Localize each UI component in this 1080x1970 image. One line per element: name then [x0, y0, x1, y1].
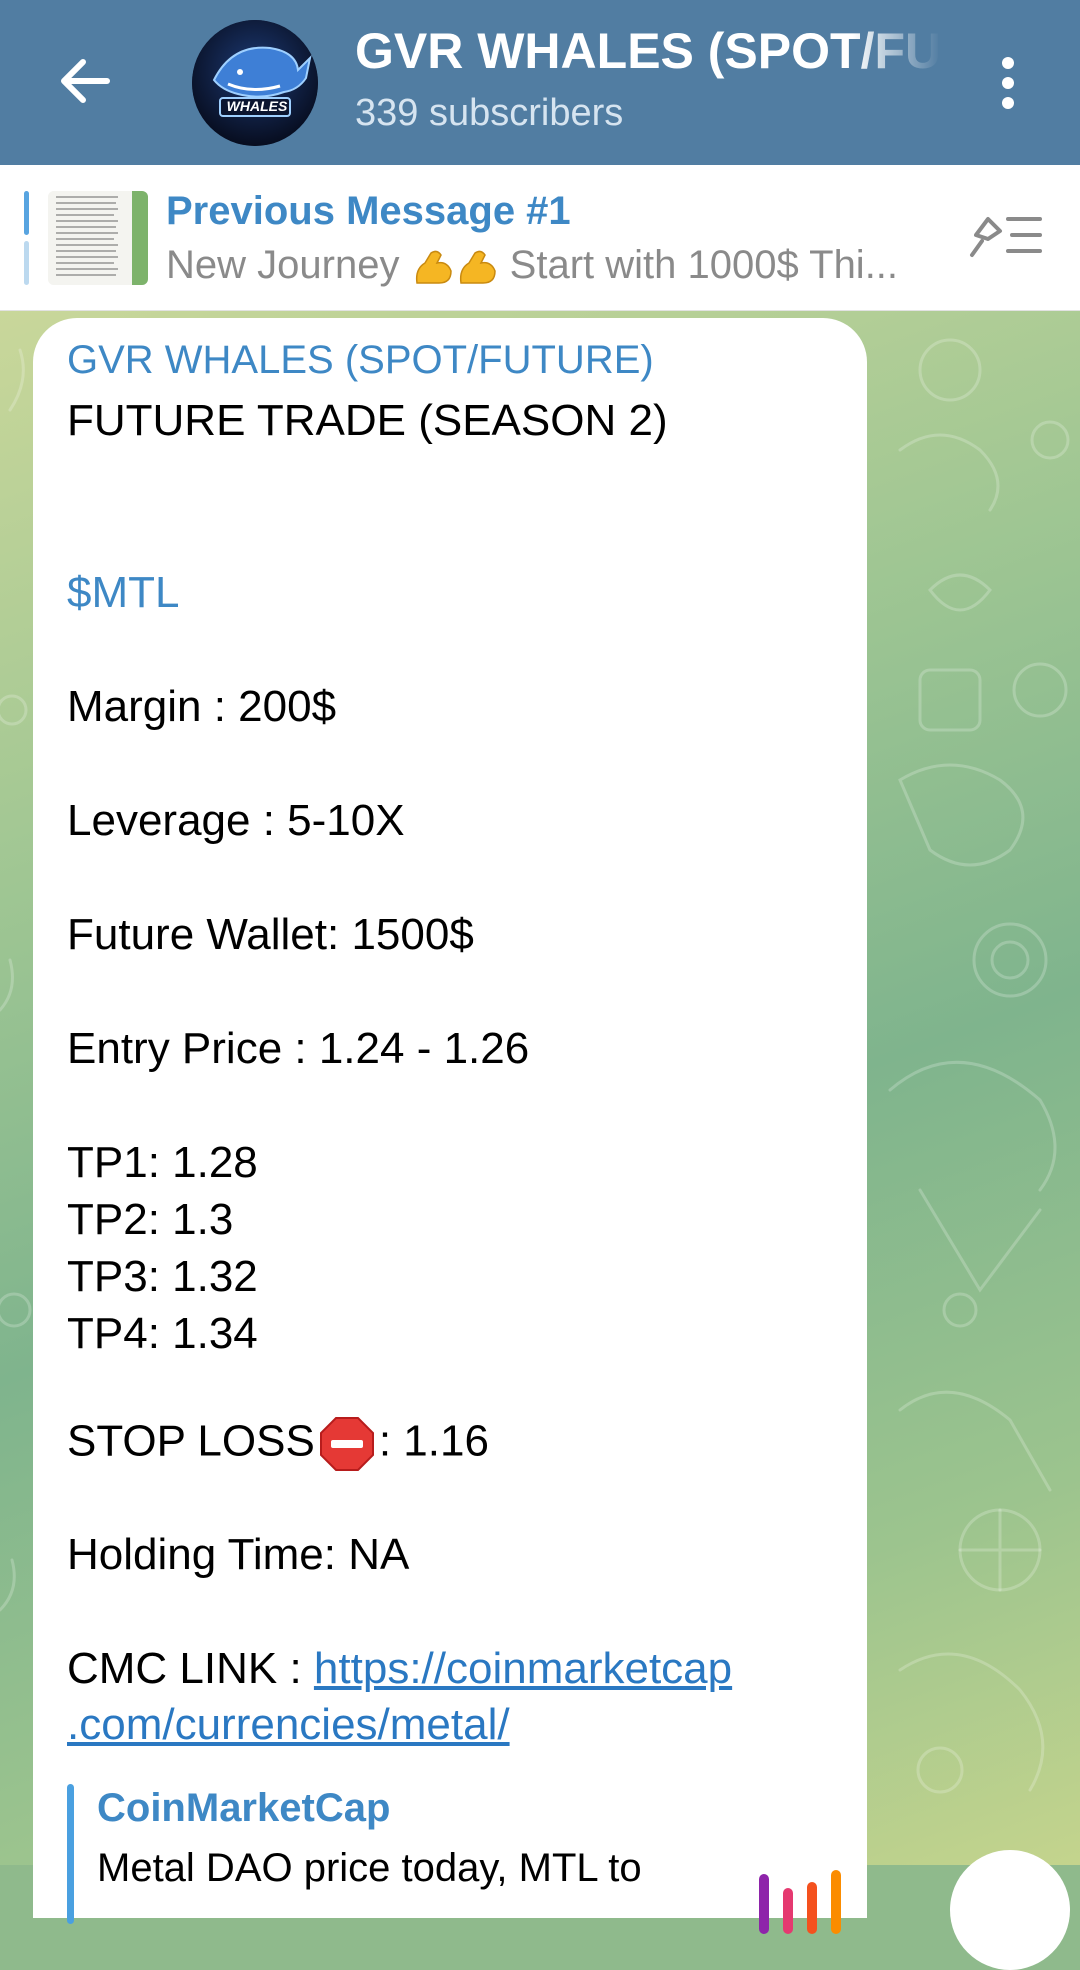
flexed-biceps-emoji [415, 251, 452, 285]
tp4-line: TP4: 1.34 [67, 1309, 258, 1358]
stop-loss-label: STOP LOSS [67, 1416, 315, 1466]
link-preview[interactable]: CoinMarketCap Metal DAO price today, MTL… [67, 1784, 841, 1934]
link-preview-bar [67, 1784, 74, 1924]
scroll-down-button[interactable] [950, 1850, 1070, 1970]
pinned-list-button[interactable] [966, 205, 1046, 271]
pin-list-icon [970, 217, 1042, 257]
more-vertical-icon [1002, 57, 1014, 109]
pinned-preview-start: New Journey [166, 243, 411, 287]
chat-title[interactable]: GVR WHALES (SPOT/FUTURE) [355, 22, 940, 80]
cmc-link-label: CMC LINK : [67, 1644, 314, 1693]
holding-time-line: Holding Time: NA [67, 1530, 410, 1579]
whale-logo-icon [192, 20, 318, 146]
stop-loss-line: STOP LOSS : 1.16 [67, 1416, 489, 1472]
future-wallet-line: Future Wallet: 1500$ [67, 910, 474, 959]
chat-header: WHALES GVR WHALES (SPOT/FUTURE) 339 subs… [0, 0, 1080, 165]
cmc-link[interactable]: https://coinmarketcap [314, 1644, 732, 1693]
margin-line: Margin : 200$ [67, 682, 337, 731]
avatar-logo-text: WHALES [226, 98, 288, 114]
pin-position-indicator [24, 191, 29, 285]
pinned-thumbnail [48, 191, 148, 285]
flexed-biceps-emoji [459, 251, 496, 285]
cmc-link-continued: .com/currencies/metal/ [67, 1700, 510, 1750]
more-menu-button[interactable] [985, 48, 1031, 118]
coinmarketcap-logo-icon [759, 1870, 841, 1934]
message-bubble[interactable]: GVR WHALES (SPOT/FUTURE) FUTURE TRADE (S… [33, 318, 867, 1934]
message-heading: FUTURE TRADE (SEASON 2) [67, 396, 668, 445]
link-preview-site: CoinMarketCap [97, 1786, 391, 1830]
pinned-title: Previous Message #1 [166, 189, 571, 233]
pinned-preview: New Journey Start with 1000$ Thi... [166, 243, 946, 289]
channel-avatar[interactable]: WHALES [192, 20, 318, 146]
tp2-line: TP2: 1.3 [67, 1195, 234, 1244]
arrow-left-icon [61, 59, 110, 103]
cmc-link-line: CMC LINK : https://coinmarketcap [67, 1644, 732, 1694]
pinned-message-bar[interactable]: Previous Message #1 New Journey Start wi… [0, 165, 1080, 311]
ticker-cashtag[interactable]: $MTL [67, 568, 179, 618]
subscriber-count: 339 subscribers [355, 92, 624, 134]
stop-sign-emoji [319, 1417, 374, 1471]
stop-loss-value: : 1.16 [378, 1416, 489, 1466]
link-preview-description: Metal DAO price today, MTL to [97, 1846, 642, 1890]
pinned-preview-end: Start with 1000$ Thi... [498, 243, 899, 287]
tp3-line: TP3: 1.32 [67, 1252, 258, 1301]
message-author[interactable]: GVR WHALES (SPOT/FUTURE) [67, 338, 654, 383]
tp1-line: TP1: 1.28 [67, 1138, 258, 1187]
back-button[interactable] [50, 46, 120, 116]
leverage-line: Leverage : 5-10X [67, 796, 405, 845]
entry-price-line: Entry Price : 1.24 - 1.26 [67, 1024, 530, 1073]
cmc-link-continued-text[interactable]: .com/currencies/metal/ [67, 1700, 510, 1749]
